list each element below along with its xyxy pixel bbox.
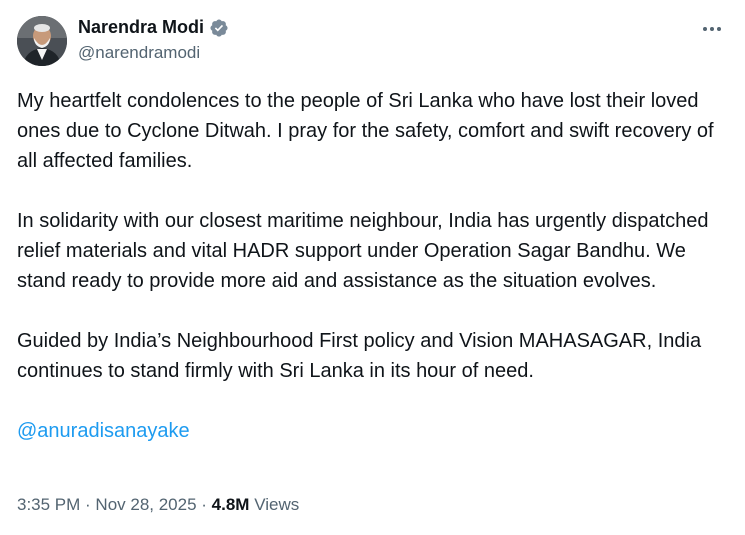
tweet-paragraph-1: My heartfelt condolences to the people o… bbox=[17, 90, 714, 172]
tweet-paragraph-2: In solidarity with our closest maritime … bbox=[17, 210, 709, 292]
tweet-time[interactable]: 3:35 PM bbox=[17, 495, 80, 514]
author-handle[interactable]: @narendramodi bbox=[78, 43, 200, 63]
meta-separator: · bbox=[80, 495, 96, 514]
views-label: Views bbox=[249, 495, 300, 514]
verified-badge-icon bbox=[209, 18, 229, 38]
tweet-paragraph-3: Guided by India’s Neighbourhood First po… bbox=[17, 330, 702, 382]
profile-photo-icon bbox=[17, 16, 67, 66]
author-name[interactable]: Narendra Modi bbox=[78, 17, 229, 38]
more-options-button[interactable] bbox=[701, 18, 723, 40]
author-avatar[interactable] bbox=[17, 16, 67, 66]
tweet-metadata: 3:35 PM · Nov 28, 2025 · 4.8M Views bbox=[17, 495, 299, 515]
tweet-text: My heartfelt condolences to the people o… bbox=[17, 86, 729, 446]
tweet-date[interactable]: Nov 28, 2025 bbox=[95, 495, 196, 514]
views-count[interactable]: 4.8M bbox=[212, 495, 250, 514]
author-name-text[interactable]: Narendra Modi bbox=[78, 17, 204, 38]
tweet-card: Narendra Modi @narendramodi My heartfelt… bbox=[0, 0, 745, 535]
mention-link[interactable]: @anuradisanayake bbox=[17, 416, 729, 446]
ellipsis-icon bbox=[703, 27, 721, 31]
meta-separator: · bbox=[196, 495, 212, 514]
